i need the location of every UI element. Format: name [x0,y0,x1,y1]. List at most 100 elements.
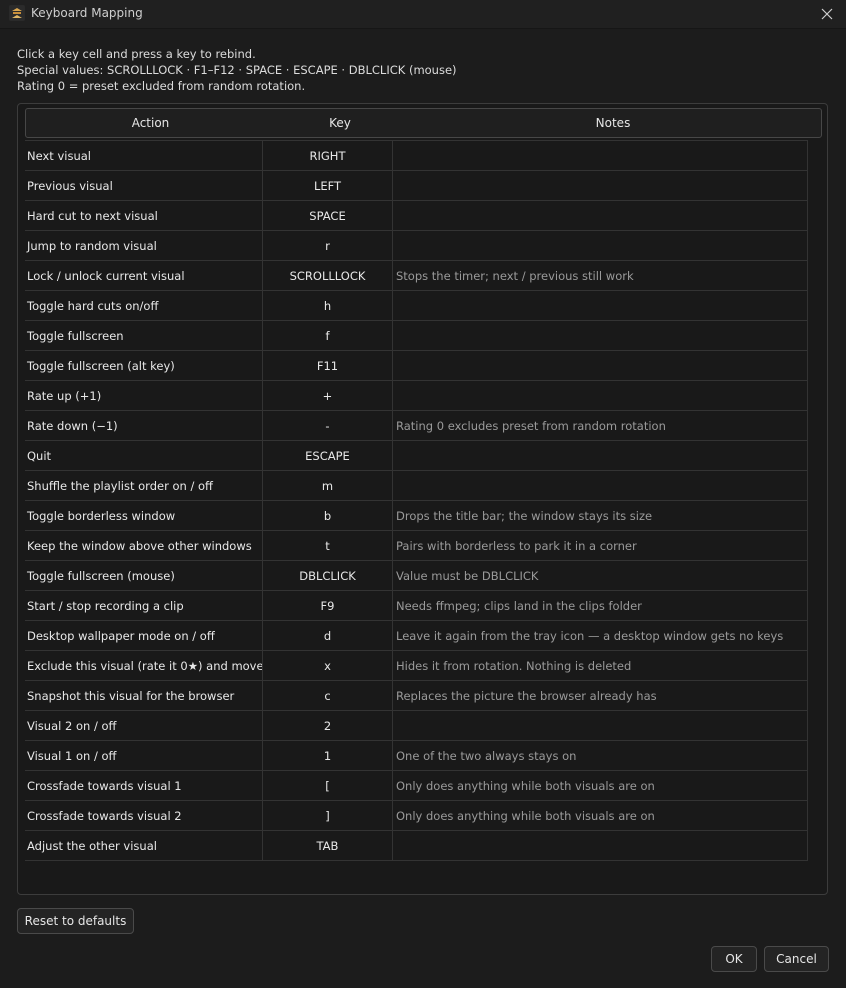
notes-cell: Drops the title bar; the window stays it… [396,508,653,523]
key-cell[interactable]: SCROLLLOCK [263,261,393,290]
action-cell: Previous visual [25,171,263,200]
action-cell: Toggle fullscreen (mouse) [25,561,263,590]
column-header-notes[interactable]: Notes [405,109,821,137]
notes-cell [393,381,807,410]
action-cell: Toggle fullscreen [25,321,263,350]
key-cell[interactable]: ] [263,801,393,830]
notes-cell [393,291,807,320]
key-cell[interactable]: x [263,651,393,680]
action-cell: Toggle hard cuts on/off [25,291,263,320]
key-cell[interactable]: m [263,471,393,500]
notes-cell: Needs ffmpeg; clips land in the clips fo… [396,598,642,613]
key-cell[interactable]: DBLCLICK [263,561,393,590]
table-row: Next visual RIGHT [25,141,808,171]
table-row: Toggle fullscreen (alt key) F11 [25,351,808,381]
key-cell[interactable]: F9 [263,591,393,620]
notes-cell [393,351,807,380]
column-header-action[interactable]: Action [26,109,275,137]
action-cell: Crossfade towards visual 1 [25,771,263,800]
action-cell: Toggle borderless window [25,501,263,530]
key-cell[interactable]: + [263,381,393,410]
key-cell[interactable]: 2 [263,711,393,740]
key-cell[interactable]: t [263,531,393,560]
key-cell[interactable]: r [263,231,393,260]
window-title: Keyboard Mapping [31,6,143,20]
action-cell: Visual 1 on / off [25,741,263,770]
action-cell: Quit [25,441,263,470]
table-row: Hard cut to next visual SPACE [25,201,808,231]
table-row: Start / stop recording a clip F9 Needs ffm… [25,591,808,621]
notes-cell [393,831,807,860]
notes-cell [393,321,807,350]
notes-cell: One of the two always stays on [396,748,577,763]
reset-defaults-button[interactable]: Reset to defaults [17,908,134,934]
action-cell: Visual 2 on / off [25,711,263,740]
action-cell: Adjust the other visual [25,831,263,860]
key-cell[interactable]: c [263,681,393,710]
instruction-line: Special values: SCROLLLOCK · F1–F12 · SP… [17,63,457,77]
notes-cell [393,141,807,170]
key-cell[interactable]: RIGHT [263,141,393,170]
action-cell: Keep the window above other windows [25,531,263,560]
table-row: Quit ESCAPE [25,441,808,471]
action-cell: Exclude this visual (rate it 0★) and mov… [25,651,263,680]
key-cell[interactable]: ESCAPE [263,441,393,470]
column-header-key[interactable]: Key [275,109,405,137]
table-row: Previous visual LEFT [25,171,808,201]
ok-button[interactable]: OK [711,946,757,972]
table-header: Action Key Notes [25,108,822,138]
table-row: Lock / unlock current visual SCROLLLOCK St… [25,261,808,291]
key-cell[interactable]: b [263,501,393,530]
notes-cell: Only does anything while both visuals ar… [396,778,655,793]
action-cell: Desktop wallpaper mode on / off [25,621,263,650]
key-cell[interactable]: SPACE [263,201,393,230]
instruction-line: Click a key cell and press a key to rebi… [17,47,256,61]
table-row: Snapshot this visual for the browser c Rep… [25,681,808,711]
table-row: Toggle hard cuts on/off h [25,291,808,321]
close-icon[interactable] [816,3,838,25]
key-mapping-table: Action Key Notes Next visual RIGHT Previou… [17,103,828,895]
instructions: Click a key cell and press a key to rebi… [17,46,817,94]
key-cell[interactable]: f [263,321,393,350]
table-row: Toggle fullscreen (mouse) DBLCLICK Value m… [25,561,808,591]
key-cell[interactable]: F11 [263,351,393,380]
key-cell[interactable]: TAB [263,831,393,860]
action-cell: Rate down (−1) [25,411,263,440]
table-body: Next visual RIGHT Previous visual LEFT Hard … [25,140,808,861]
table-row: Exclude this visual (rate it 0★) and mov… [25,651,808,681]
notes-cell [393,171,807,200]
key-cell[interactable]: h [263,291,393,320]
action-cell: Hard cut to next visual [25,201,263,230]
instruction-line: Rating 0 = preset excluded from random r… [17,79,306,93]
app-logo-icon [9,5,25,21]
action-cell: Crossfade towards visual 2 [25,801,263,830]
action-cell: Toggle fullscreen (alt key) [25,351,263,380]
key-cell[interactable]: [ [263,771,393,800]
key-cell[interactable]: - [263,411,393,440]
table-row: Toggle borderless window b Drops the title… [25,501,808,531]
table-row: Keep the window above other windows t Pair… [25,531,808,561]
table-row: Crossfade towards visual 2] Only does any… [25,801,808,831]
table-row: Rate down (−1) - Rating 0 excludes preset … [25,411,808,441]
table-row: Visual 2 on / off 2 [25,711,808,741]
table-row: Desktop wallpaper mode on / off d Leave it… [25,621,808,651]
notes-cell: Hides it from rotation. Nothing is delet… [396,658,632,673]
table-row: Crossfade towards visual 1[Only does any… [25,771,808,801]
action-cell: Rate up (+1) [25,381,263,410]
notes-cell [393,471,807,500]
notes-cell: Pairs with borderless to park it in a co… [396,538,637,553]
notes-cell [393,441,807,470]
notes-cell: Rating 0 excludes preset from random rot… [396,418,666,433]
action-cell: Lock / unlock current visual [25,261,263,290]
notes-cell [393,231,807,260]
cancel-button[interactable]: Cancel [764,946,829,972]
notes-cell: Replaces the picture the browser already… [396,688,657,703]
table-row: Jump to random visual r [25,231,808,261]
action-cell: Start / stop recording a clip [25,591,263,620]
title-bar: Keyboard Mapping [0,0,846,29]
key-cell[interactable]: LEFT [263,171,393,200]
notes-cell [393,711,807,740]
key-cell[interactable]: 1 [263,741,393,770]
key-cell[interactable]: d [263,621,393,650]
table-row: Adjust the other visual TAB [25,831,808,861]
